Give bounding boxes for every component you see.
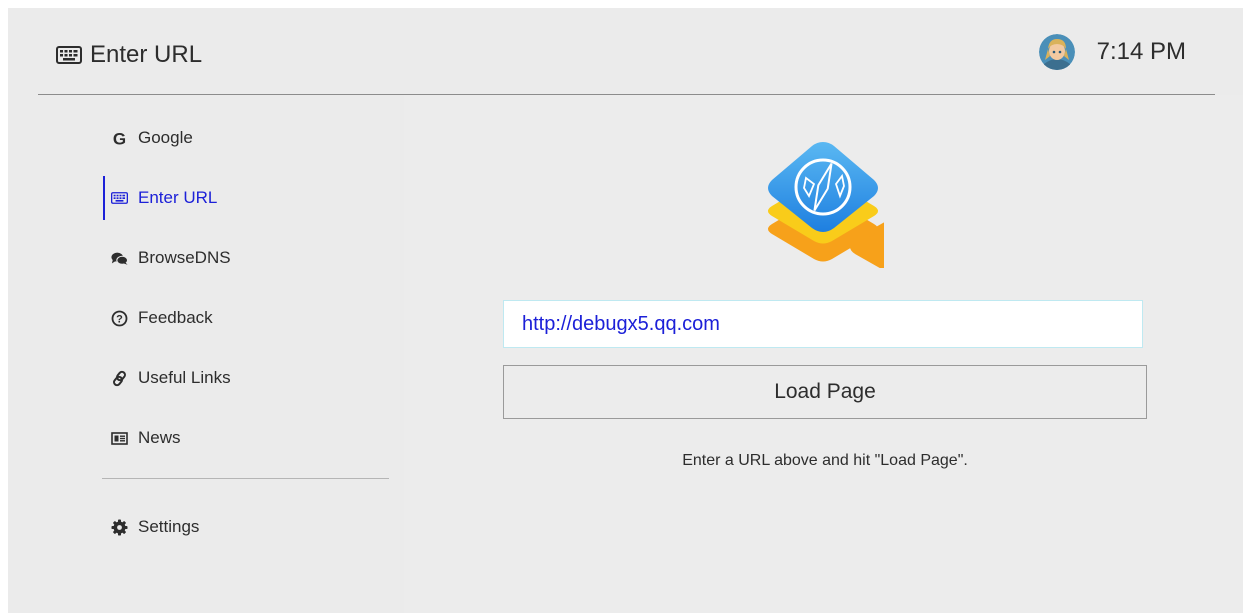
sidebar-item-label: Google: [138, 128, 193, 147]
keyboard-icon: [111, 190, 128, 207]
sidebar-item-google[interactable]: G Google: [103, 114, 393, 162]
link-icon: [111, 370, 128, 387]
sidebar-item-label: Settings: [138, 517, 200, 536]
instruction-text: Enter a URL above and hit "Load Page".: [682, 452, 968, 469]
question-circle-icon: ?: [111, 310, 128, 327]
chat-bubbles-icon: [111, 250, 128, 267]
header: Enter URL 7:14 PM: [8, 8, 1243, 95]
load-page-button[interactable]: Load Page: [503, 365, 1147, 419]
sidebar-item-enter-url[interactable]: Enter URL: [103, 174, 393, 222]
page-title-text: Enter URL: [90, 41, 203, 68]
clock-time: 7:14 PM: [1096, 38, 1186, 65]
sidebar-item-label: Useful Links: [138, 368, 231, 387]
compass-app-icon: [768, 142, 884, 268]
sidebar-divider: [102, 478, 389, 479]
avatar[interactable]: [1038, 34, 1075, 70]
sidebar-item-label: Feedback: [138, 308, 213, 327]
page-title: Enter URL: [56, 40, 202, 70]
gear-icon: [111, 519, 128, 536]
sidebar-item-useful-links[interactable]: Useful Links: [103, 354, 393, 402]
sidebar: G Google Enter URL BrowseDNS ? Feedback …: [8, 95, 404, 613]
google-icon: G: [111, 130, 128, 147]
sidebar-item-news[interactable]: News: [103, 414, 393, 462]
sidebar-item-label: Enter URL: [138, 188, 218, 207]
sidebar-item-settings[interactable]: Settings: [103, 503, 393, 551]
app-window: Enter URL 7:14 PM G Google Enter URL Bro…: [8, 8, 1243, 613]
sidebar-item-label: News: [138, 428, 181, 447]
sidebar-item-label: BrowseDNS: [138, 248, 231, 267]
url-input[interactable]: [503, 300, 1143, 348]
header-status: 7:14 PM: [1038, 34, 1186, 70]
svg-text:G: G: [113, 130, 126, 147]
keyboard-icon: [56, 46, 82, 64]
svg-text:?: ?: [116, 313, 123, 325]
avatar-icon: [1038, 34, 1075, 70]
newspaper-icon: [111, 430, 128, 447]
sidebar-item-browsedns[interactable]: BrowseDNS: [103, 234, 393, 282]
main-panel: Load Page Enter a URL above and hit "Loa…: [404, 95, 1243, 613]
sidebar-item-feedback[interactable]: ? Feedback: [103, 294, 393, 342]
